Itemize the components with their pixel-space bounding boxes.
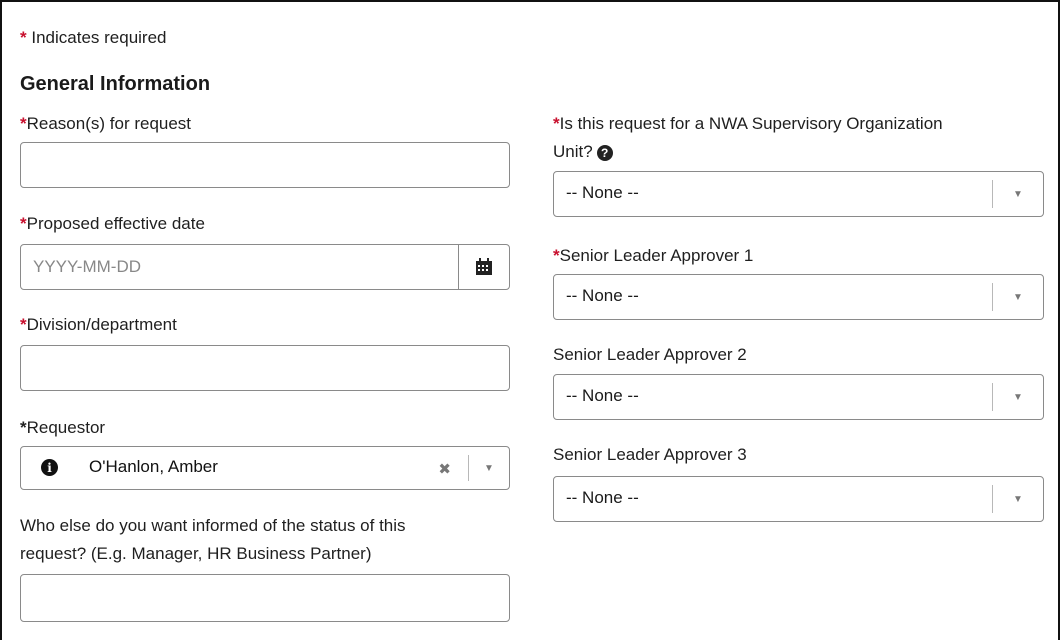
approver2-label: Senior Leader Approver 2	[553, 345, 747, 364]
approver3-select-value: -- None --	[566, 488, 639, 507]
reason-input[interactable]	[20, 142, 510, 188]
required-star: *	[20, 418, 27, 437]
approver1-select[interactable]: -- None -- ▼	[553, 274, 1044, 320]
approver3-select[interactable]: -- None -- ▼	[553, 476, 1044, 522]
requestor-label: *Requestor	[20, 418, 106, 437]
nwa-select[interactable]: -- None -- ▼	[553, 171, 1044, 217]
effective-date-input[interactable]: YYYY-MM-DD	[20, 244, 510, 290]
required-star: *	[553, 246, 560, 265]
required-star: *	[20, 315, 27, 334]
chevron-down-icon[interactable]: ▼	[468, 455, 509, 481]
section-title: General Information	[20, 73, 211, 95]
nwa-label: *Is this request for a NWA Supervisory O…	[553, 114, 943, 161]
division-label: *Division/department	[20, 315, 177, 334]
approver1-select-value: -- None --	[566, 286, 639, 305]
calendar-icon	[476, 258, 492, 275]
approver2-select-value: -- None --	[566, 386, 639, 405]
effective-date-label: *Proposed effective date	[20, 214, 205, 233]
required-star: *	[553, 114, 560, 133]
required-star: *	[20, 28, 27, 47]
clear-x-icon[interactable]: ✖	[438, 460, 451, 478]
approver3-label: Senior Leader Approver 3	[553, 445, 747, 464]
required-star: *	[20, 114, 27, 133]
informed-label: Who else do you want informed of the sta…	[20, 516, 406, 563]
required-legend: * Indicates required	[20, 28, 167, 48]
required-star: *	[20, 214, 27, 233]
chevron-down-icon[interactable]: ▼	[992, 180, 1043, 208]
division-input[interactable]	[20, 345, 510, 391]
nwa-select-value: -- None --	[566, 183, 639, 202]
approver2-select[interactable]: -- None -- ▼	[553, 374, 1044, 420]
calendar-button[interactable]	[458, 245, 509, 289]
reason-label: *Reason(s) for request	[20, 114, 192, 133]
chevron-down-icon[interactable]: ▼	[992, 383, 1043, 411]
chevron-down-icon[interactable]: ▼	[992, 485, 1043, 513]
question-circle-icon[interactable]: ?	[596, 144, 613, 161]
date-placeholder: YYYY-MM-DD	[33, 257, 141, 276]
requestor-select[interactable]: i O'Hanlon, Amber ✖ ▼	[20, 446, 510, 490]
requestor-value: O'Hanlon, Amber	[89, 457, 218, 476]
informed-input[interactable]	[20, 574, 510, 622]
info-circle-icon[interactable]: i	[41, 459, 58, 476]
chevron-down-icon[interactable]: ▼	[992, 283, 1043, 311]
required-legend-text: Indicates required	[31, 28, 167, 47]
approver1-label: *Senior Leader Approver 1	[553, 246, 754, 265]
